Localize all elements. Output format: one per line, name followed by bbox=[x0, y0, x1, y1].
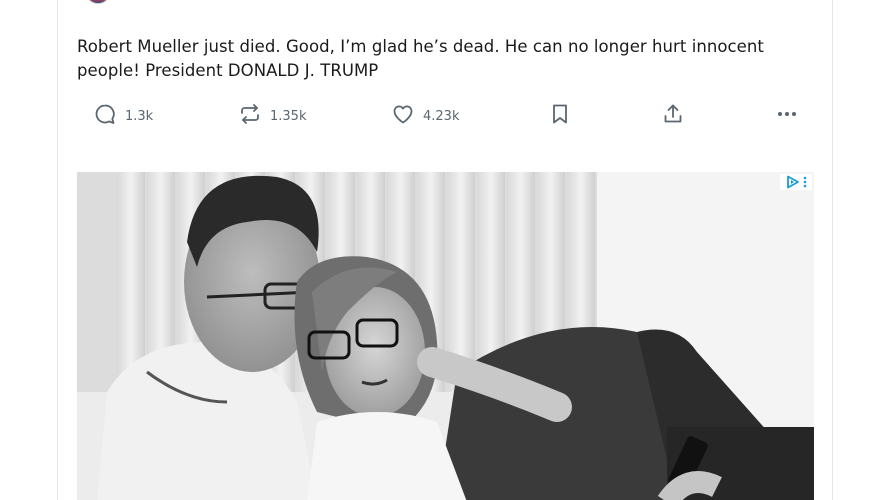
reply-button[interactable]: 1.3k bbox=[93, 101, 153, 131]
like-button[interactable]: 4.23k bbox=[391, 101, 459, 131]
ad-container bbox=[57, 154, 833, 500]
bookmark-icon bbox=[548, 102, 572, 130]
reply-count: 1.3k bbox=[125, 108, 154, 124]
adchoices-icon[interactable] bbox=[780, 174, 812, 190]
post-card: @ Robert Mueller just died. Good, I’m gl… bbox=[57, 0, 833, 155]
repost-icon bbox=[238, 102, 262, 130]
bookmark-button[interactable] bbox=[548, 101, 572, 131]
ad-photo-illustration bbox=[77, 172, 814, 500]
comment-icon bbox=[93, 102, 117, 130]
repost-count: 1.35k bbox=[270, 108, 307, 124]
heart-icon bbox=[391, 102, 415, 130]
ad-image[interactable] bbox=[77, 172, 814, 500]
avatar[interactable] bbox=[85, 0, 111, 4]
repost-button[interactable]: 1.35k bbox=[238, 101, 306, 131]
post-text: Robert Mueller just died. Good, I’m glad… bbox=[77, 37, 764, 80]
more-icon bbox=[775, 102, 799, 130]
like-count: 4.23k bbox=[423, 108, 460, 124]
share-icon bbox=[661, 102, 685, 130]
more-options-button[interactable] bbox=[775, 101, 799, 131]
post-actions: 1.3k 1.35k 4.23k bbox=[58, 101, 834, 131]
share-button[interactable] bbox=[661, 101, 685, 131]
